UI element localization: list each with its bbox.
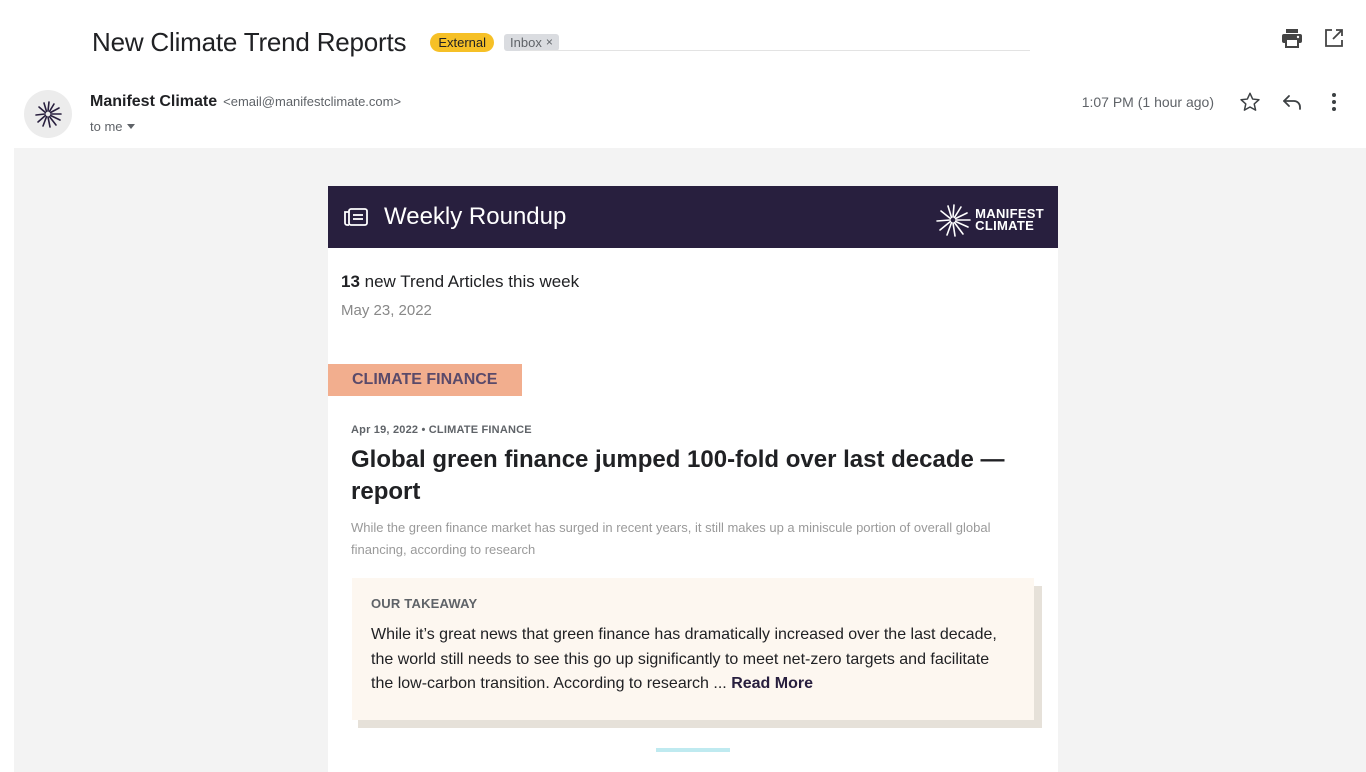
manifest-logo-icon — [936, 204, 971, 237]
article-count-text: new Trend Articles this week — [359, 272, 580, 291]
newsletter: Weekly Roundup MANIFEST CLIMATE 13 new T… — [328, 186, 1058, 772]
chevron-down-icon — [126, 124, 135, 129]
takeaway-body: While it’s great news that green finance… — [371, 626, 997, 692]
takeaway-label: OUR TAKEAWAY — [371, 596, 478, 611]
inbox-label-text: Inbox — [510, 34, 542, 50]
remove-label-icon[interactable]: × — [546, 35, 553, 49]
top-actions — [1280, 26, 1346, 50]
newsletter-title: Weekly Roundup — [384, 203, 567, 230]
inbox-label: Inbox × — [504, 33, 559, 51]
article-count: 13 — [341, 272, 360, 291]
star-icon[interactable] — [1238, 90, 1262, 114]
subject-row: New Climate Trend Reports External Inbox… — [92, 22, 559, 62]
subject-divider — [520, 50, 1030, 51]
reply-icon[interactable] — [1280, 90, 1304, 114]
newsletter-header: Weekly Roundup MANIFEST CLIMATE — [328, 186, 1058, 248]
article-summary: While the green finance market has surge… — [351, 520, 991, 557]
category-tag: CLIMATE FINANCE — [328, 364, 522, 396]
manifest-climate-logo[interactable]: MANIFEST CLIMATE — [933, 202, 1044, 238]
article-meta: Apr 19, 2022 • CLIMATE FINANCE — [351, 424, 532, 436]
logo-line-2: CLIMATE — [975, 218, 1035, 233]
sender-avatar[interactable] — [24, 90, 72, 138]
sender-name[interactable]: Manifest Climate — [90, 93, 217, 111]
takeaway-box: OUR TAKEAWAY While it’s great news that … — [352, 578, 1034, 720]
open-in-new-window-icon[interactable] — [1322, 26, 1346, 50]
more-vert-icon[interactable] — [1322, 90, 1346, 114]
read-more-link[interactable]: Read More — [731, 675, 813, 692]
section-divider — [656, 748, 730, 752]
timestamp: 1:07 PM (1 hour ago) — [1081, 94, 1214, 110]
takeaway-text: While it’s great news that green finance… — [371, 623, 1014, 697]
recipient-dropdown[interactable]: to me — [90, 119, 135, 134]
article-count-line: 13 new Trend Articles this week — [341, 272, 579, 292]
email-subject: New Climate Trend Reports — [92, 26, 407, 57]
sender-email: <email@manifestclimate.com> — [223, 94, 402, 109]
print-icon[interactable] — [1280, 26, 1304, 50]
recipient-text: to me — [90, 119, 123, 134]
external-label: External — [430, 32, 495, 52]
sender-row: Manifest Climate <email@manifestclimate.… — [90, 93, 401, 111]
newsletter-date: May 23, 2022 — [341, 302, 432, 319]
manifest-logo-icon — [35, 101, 62, 128]
logo-text: MANIFEST CLIMATE — [975, 207, 1044, 233]
newsletter-icon — [342, 205, 370, 229]
message-actions: 1:07 PM (1 hour ago) — [1082, 90, 1346, 114]
article-title-link[interactable]: Global green finance jumped 100-fold ove… — [351, 444, 1031, 508]
